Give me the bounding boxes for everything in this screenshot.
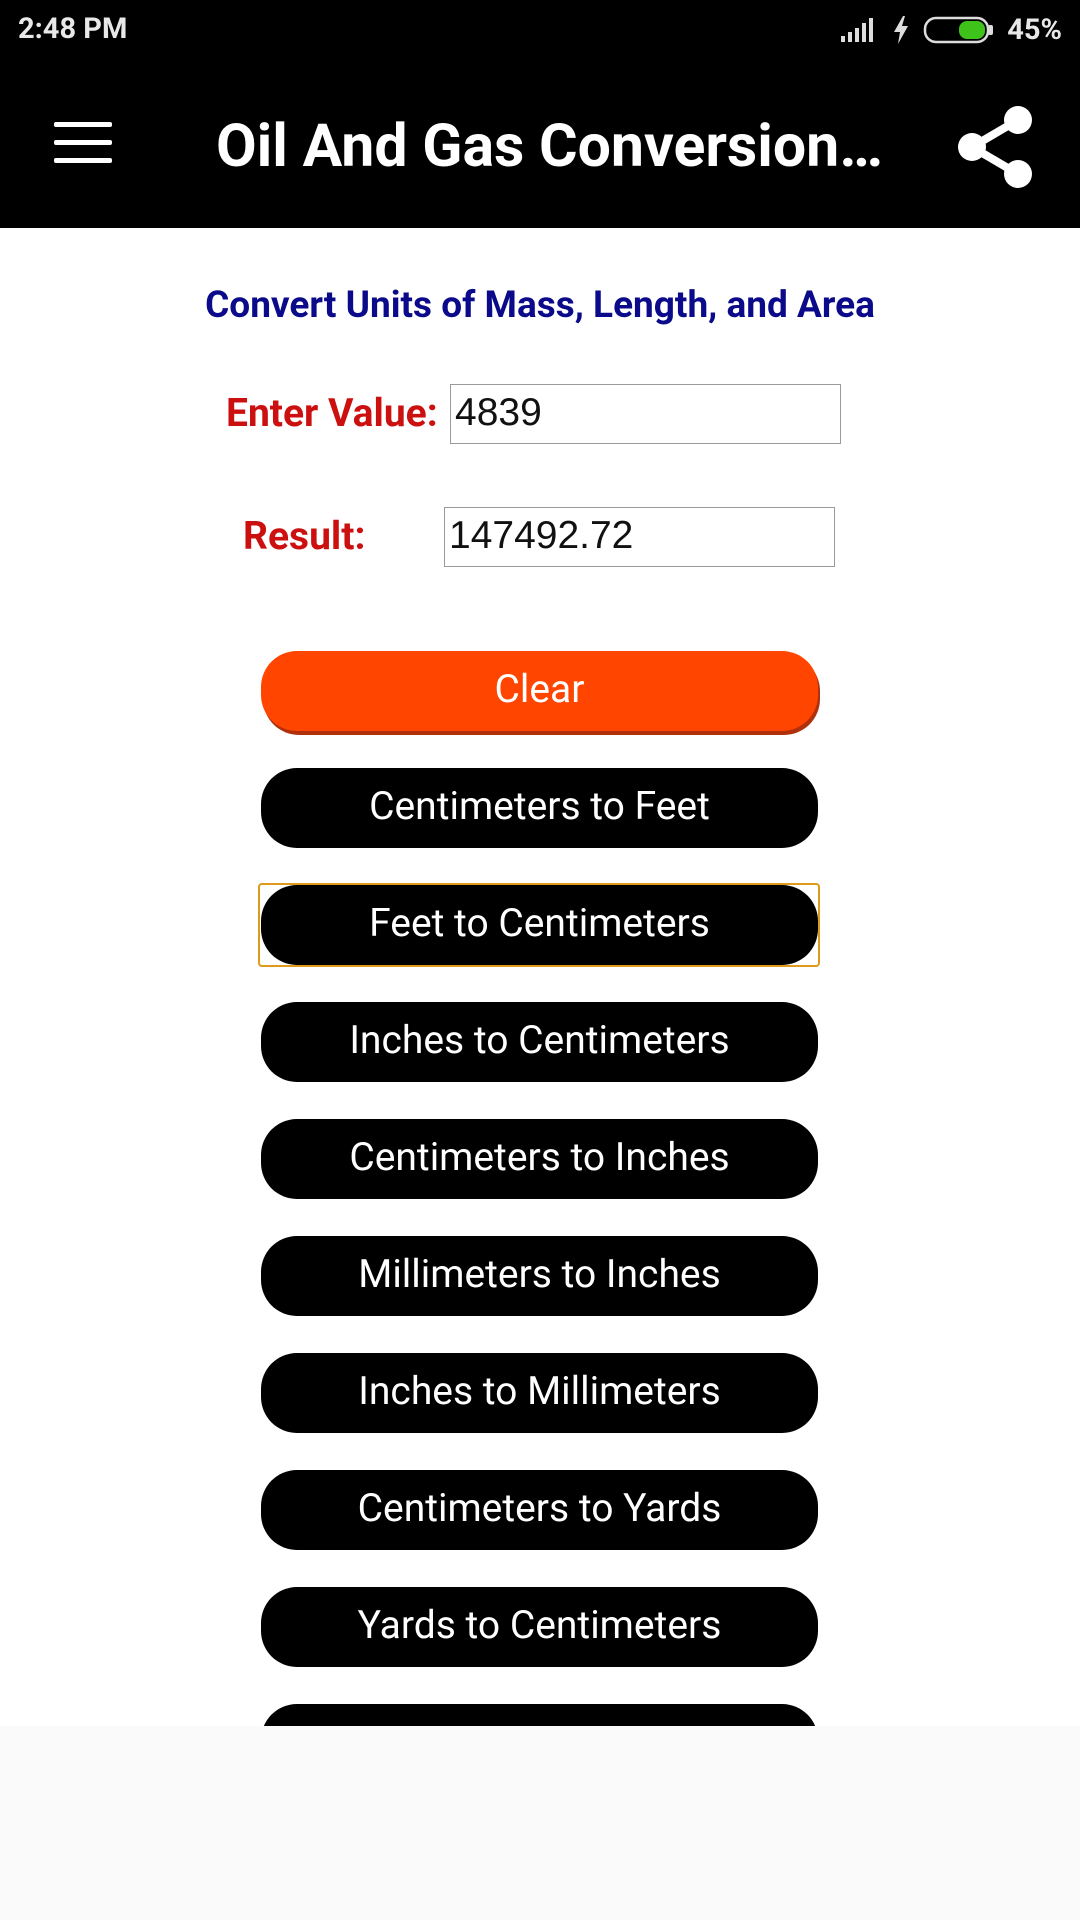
- millimeters-to-inches-button[interactable]: Millimeters to Inches: [261, 1236, 818, 1316]
- centimeters-to-inches-button[interactable]: Centimeters to Inches: [261, 1119, 818, 1199]
- status-bar: 2:48 PM 45%: [0, 0, 1080, 60]
- result-label: Result:: [243, 513, 366, 559]
- menu-icon[interactable]: [54, 122, 112, 164]
- feet-to-centimeters-button[interactable]: Feet to Centimeters: [261, 885, 818, 965]
- yards-to-centimeters-button[interactable]: Yards to Centimeters: [261, 1587, 818, 1667]
- inches-to-millimeters-button[interactable]: Inches to Millimeters: [261, 1353, 818, 1433]
- bottom-blank-area: [0, 1726, 1080, 1920]
- signal-icon: [841, 18, 874, 42]
- centimeters-to-feet-button[interactable]: Centimeters to Feet: [261, 768, 818, 848]
- inches-to-centimeters-button[interactable]: Inches to Centimeters: [261, 1002, 818, 1082]
- clear-button[interactable]: Clear: [261, 651, 818, 731]
- centimeters-to-yards-button[interactable]: Centimeters to Yards: [261, 1470, 818, 1550]
- enter-value-label: Enter Value:: [226, 390, 438, 436]
- page-heading: Convert Units of Mass, Length, and Area: [205, 284, 875, 327]
- share-icon[interactable]: [956, 104, 1036, 190]
- result-field[interactable]: 147492.72: [444, 507, 835, 567]
- battery-icon: [924, 16, 994, 44]
- battery-percent: 45%: [1007, 13, 1062, 47]
- app-bar: Oil And Gas Conversion…: [0, 60, 1080, 228]
- status-icons: 45%: [839, 12, 1062, 48]
- converter-panel: Convert Units of Mass, Length, and Area …: [0, 228, 1080, 1726]
- status-time: 2:48 PM: [18, 12, 128, 46]
- enter-value-input[interactable]: 4839: [450, 384, 841, 444]
- app-title: Oil And Gas Conversion…: [216, 112, 883, 181]
- charging-icon: [894, 16, 909, 44]
- next-conversion-button-partial[interactable]: [261, 1704, 818, 1726]
